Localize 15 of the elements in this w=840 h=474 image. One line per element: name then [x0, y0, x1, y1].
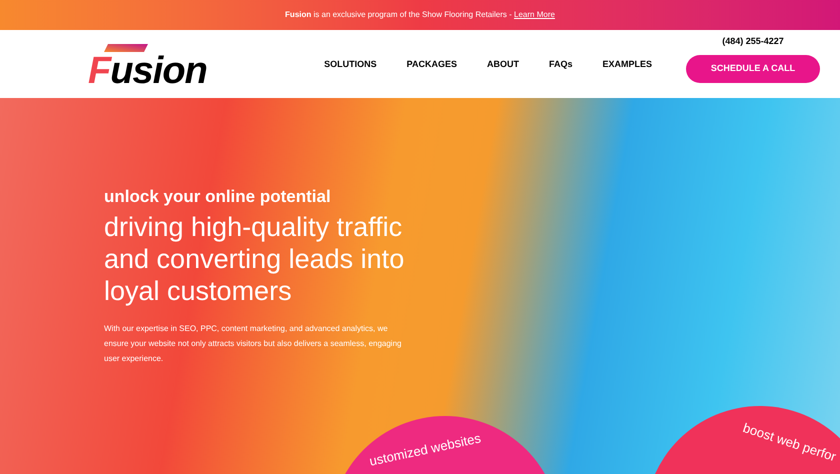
fusion-logo[interactable]: Fusion — [86, 34, 241, 94]
nav-link[interactable]: ABOUT — [486, 58, 519, 72]
announcement-text: Fusion is an exclusive program of the Show Flooring Retailers - Learn More — [285, 9, 555, 21]
hero-description: With our expertise in SEO, PPC, content marketing, and advanced analytics, we ensure your website not only attracts visitors but also delivers a seamless, engaging user experience. — [104, 323, 402, 366]
hero-headline: driving high-quality traffic and converting leads into loyal customers — [104, 211, 406, 308]
learn-more-link[interactable]: Learn More — [514, 10, 555, 19]
phone-number[interactable]: (484) 255-4227 — [722, 35, 784, 49]
nav-link[interactable]: PACKAGES — [406, 58, 457, 72]
nav-link[interactable]: SOLUTIONS — [324, 58, 377, 72]
hero-kicker: unlock your online potential — [104, 186, 332, 208]
logo-mark-icon — [104, 44, 148, 52]
logo-text: Fusion — [88, 52, 207, 90]
nav-link[interactable]: EXAMPLES — [602, 58, 652, 72]
schedule-call-button[interactable]: SCHEDULE A CALL — [686, 54, 820, 83]
nav-link[interactable]: FAQs — [548, 58, 572, 72]
